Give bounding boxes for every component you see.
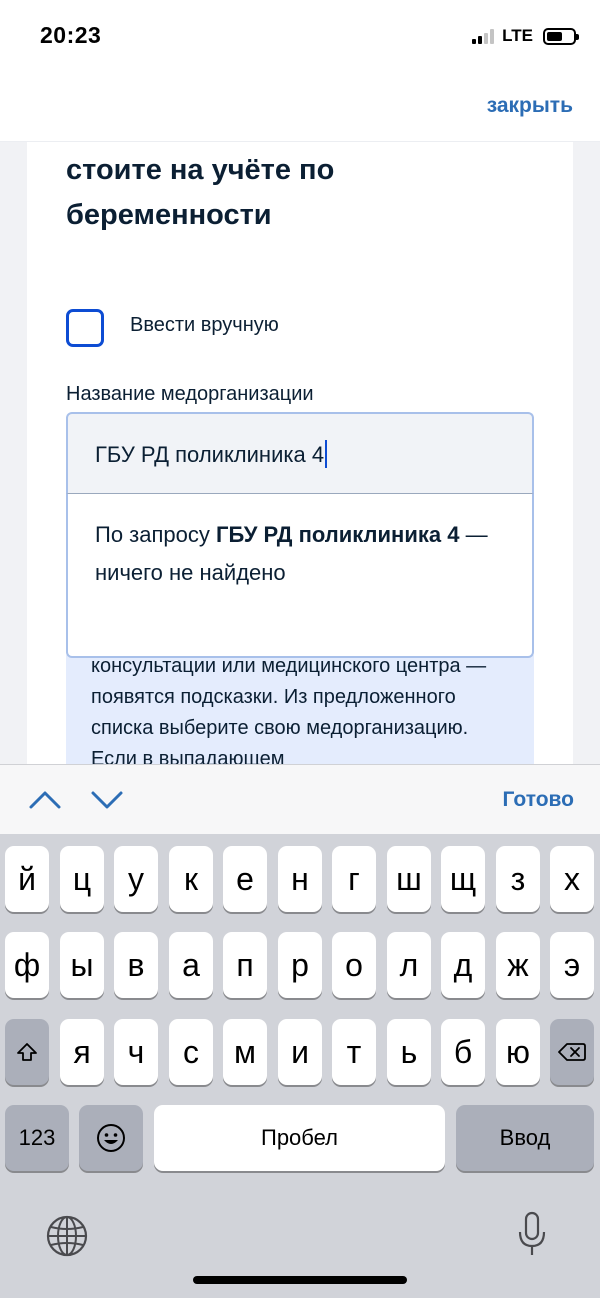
numbers-key[interactable]: 123 (5, 1105, 69, 1171)
close-button[interactable]: закрыть (487, 94, 573, 118)
header: закрыть (0, 72, 600, 142)
emoji-key[interactable] (79, 1105, 143, 1171)
status-time: 20:23 (40, 22, 102, 48)
key[interactable]: ф (5, 932, 49, 998)
network-type: LTE (502, 26, 533, 45)
key[interactable]: ч (114, 1019, 158, 1085)
key[interactable]: с (169, 1019, 213, 1085)
key[interactable]: а (169, 932, 213, 998)
organization-input[interactable]: ГБУ РД поликлиника 4 (66, 412, 534, 494)
screen: 20:23 LTE закрыть стоите на учёте по бер… (0, 0, 600, 1298)
manual-entry-label[interactable]: Ввести вручную (130, 314, 279, 337)
input-value[interactable]: ГБУ РД поликлиника 4 (95, 442, 324, 467)
key[interactable]: щ (441, 846, 485, 912)
key[interactable]: н (278, 846, 322, 912)
globe-icon[interactable] (45, 1214, 89, 1258)
home-indicator[interactable] (193, 1276, 407, 1284)
microphone-icon[interactable] (516, 1210, 548, 1260)
battery-icon (543, 27, 579, 45)
keyboard-toolbar: Готово (0, 764, 600, 834)
shift-icon (17, 1043, 37, 1061)
backspace-icon (558, 1043, 586, 1061)
key[interactable]: д (441, 932, 485, 998)
emoji-icon (97, 1124, 125, 1152)
backspace-key[interactable] (550, 1019, 594, 1085)
signal-icon (472, 28, 495, 44)
key[interactable]: ы (60, 932, 104, 998)
shift-key[interactable] (5, 1019, 49, 1085)
key[interactable]: у (114, 846, 158, 912)
key[interactable]: э (550, 932, 594, 998)
key[interactable]: х (550, 846, 594, 912)
text-caret (325, 440, 328, 468)
key[interactable]: ж (496, 932, 540, 998)
key[interactable]: л (387, 932, 431, 998)
previous-field-icon[interactable] (28, 785, 62, 815)
key[interactable]: ь (387, 1019, 431, 1085)
no-results-query: ГБУ РД поликлиника 4 (215, 522, 460, 547)
form-card: стоите на учёте по беременности Ввести в… (27, 142, 573, 785)
page-title: стоите на учёте по беременности (66, 154, 335, 231)
key[interactable]: б (441, 1019, 485, 1085)
hint-text: консультации или медицинского центра — п… (91, 655, 487, 770)
key[interactable]: м (223, 1019, 267, 1085)
key[interactable]: з (496, 846, 540, 912)
no-results-prefix: По запросу (95, 522, 216, 547)
key[interactable]: в (114, 932, 158, 998)
status-bar: 20:23 LTE (0, 0, 600, 72)
key[interactable]: я (60, 1019, 104, 1085)
status-indicators: LTE (472, 26, 579, 46)
key[interactable]: п (223, 932, 267, 998)
key[interactable]: г (332, 846, 376, 912)
done-button[interactable]: Готово (503, 788, 574, 812)
no-results-message: По запросу ГБУ РД поликлиника 4 — ничего… (95, 516, 505, 592)
space-key[interactable]: Пробел (154, 1105, 445, 1171)
key[interactable]: й (5, 846, 49, 912)
key[interactable]: ю (496, 1019, 540, 1085)
key[interactable]: ц (60, 846, 104, 912)
return-key[interactable]: Ввод (456, 1105, 594, 1171)
field-label: Название медорганизации (66, 383, 314, 405)
key[interactable]: ш (387, 846, 431, 912)
key[interactable]: р (278, 932, 322, 998)
key[interactable]: т (332, 1019, 376, 1085)
key[interactable]: о (332, 932, 376, 998)
key[interactable]: и (278, 1019, 322, 1085)
key[interactable]: к (169, 846, 213, 912)
manual-entry-checkbox[interactable] (66, 309, 104, 347)
next-field-icon[interactable] (90, 785, 124, 815)
suggestions-dropdown: По запросу ГБУ РД поликлиника 4 — ничего… (66, 494, 534, 658)
key[interactable]: е (223, 846, 267, 912)
keyboard: й ц у к е н г ш щ з х ф ы в а п р о л д … (0, 834, 600, 1298)
